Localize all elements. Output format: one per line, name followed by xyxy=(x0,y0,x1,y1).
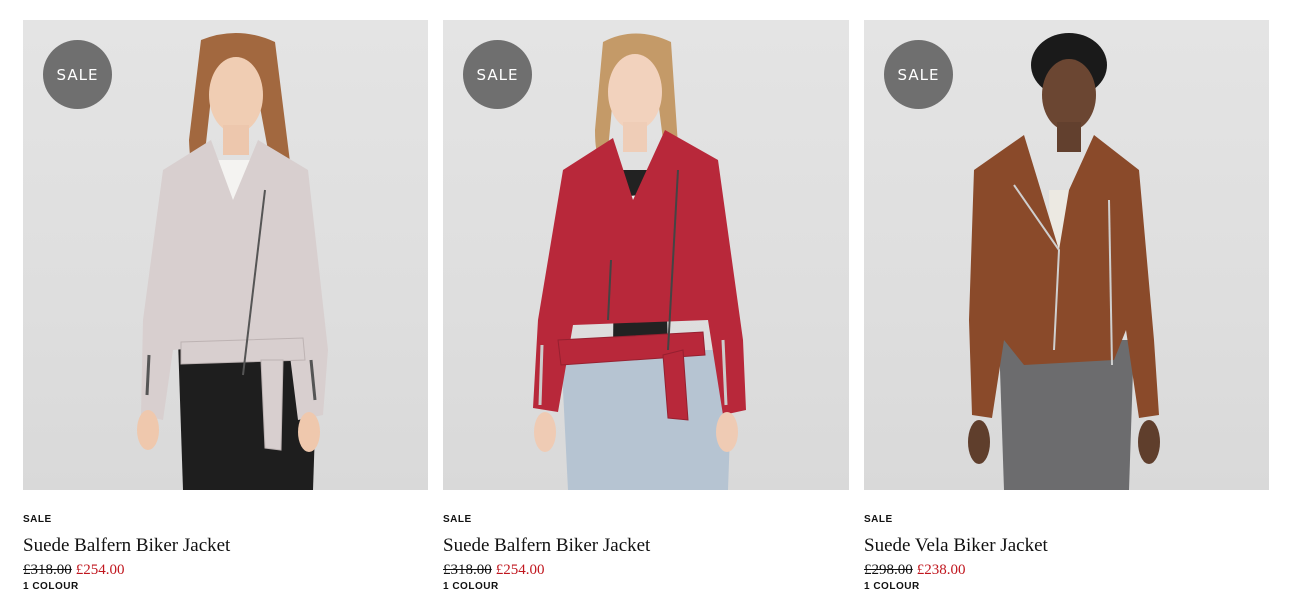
sale-badge: SALE xyxy=(463,40,532,109)
product-title[interactable]: Suede Vela Biker Jacket xyxy=(864,535,1048,557)
product-card[interactable]: SALE SALE Suede Balfern Biker Jacket £31… xyxy=(443,20,849,592)
sale-badge: SALE xyxy=(43,40,112,109)
sale-tag: SALE xyxy=(864,514,893,525)
product-image[interactable]: SALE xyxy=(23,20,428,490)
colour-count[interactable]: 1 COLOUR xyxy=(864,581,920,592)
sale-price: £238.00 xyxy=(916,562,966,578)
product-grid: SALE SALE Suede Balfern Biker Jacket £31… xyxy=(0,0,1291,610)
original-price: £298.00 xyxy=(864,562,913,578)
product-card[interactable]: SALE SALE Suede Balfern Biker Jacket £31… xyxy=(23,20,428,592)
sale-price: £254.00 xyxy=(75,562,125,578)
sale-tag: SALE xyxy=(443,514,472,525)
product-card[interactable]: SALE SALE Suede Vela Biker Jacket £298.0… xyxy=(864,20,1269,592)
sale-price: £254.00 xyxy=(495,562,545,578)
sale-tag: SALE xyxy=(23,514,52,525)
original-price: £318.00 xyxy=(23,562,72,578)
product-title[interactable]: Suede Balfern Biker Jacket xyxy=(443,535,650,557)
sale-badge: SALE xyxy=(884,40,953,109)
original-price: £318.00 xyxy=(443,562,492,578)
product-image[interactable]: SALE xyxy=(864,20,1269,490)
product-image[interactable]: SALE xyxy=(443,20,849,490)
colour-count[interactable]: 1 COLOUR xyxy=(23,581,79,592)
colour-count[interactable]: 1 COLOUR xyxy=(443,581,499,592)
product-prices: £298.00 £238.00 xyxy=(864,562,966,579)
product-title[interactable]: Suede Balfern Biker Jacket xyxy=(23,535,230,557)
product-prices: £318.00 £254.00 xyxy=(443,562,545,579)
product-prices: £318.00 £254.00 xyxy=(23,562,125,579)
